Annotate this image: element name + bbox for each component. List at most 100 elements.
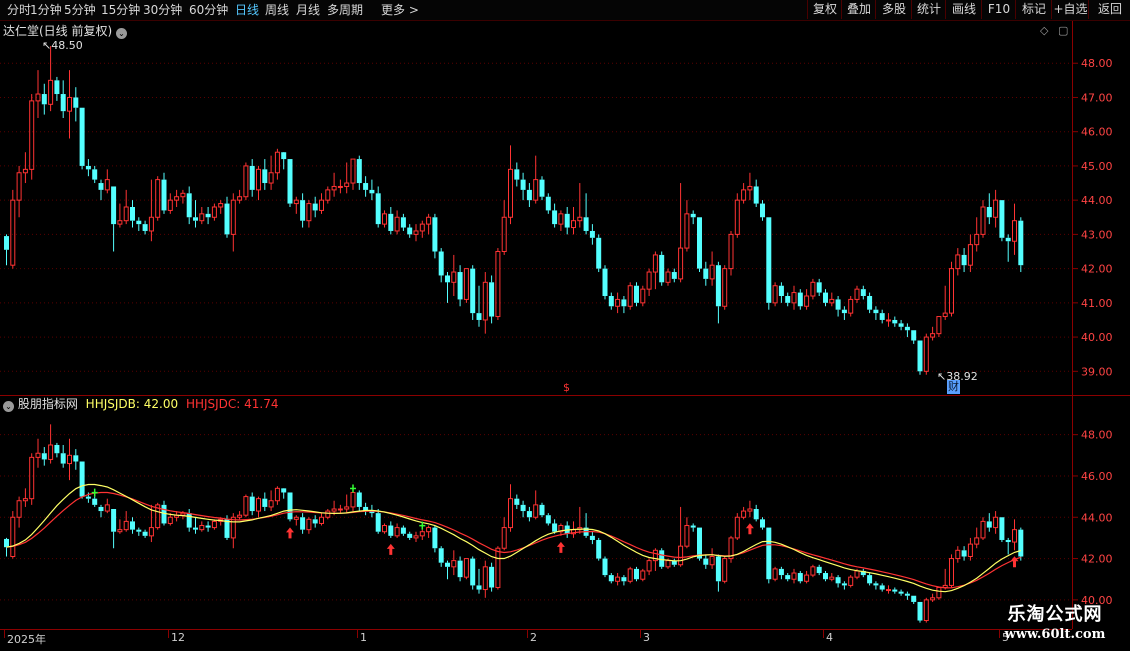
indicator-candle-body	[665, 560, 671, 568]
toolbar-button-5[interactable]: F10	[981, 0, 1016, 19]
indicator-candle	[29, 453, 35, 505]
indicator-candle	[936, 586, 942, 600]
price-candle-body	[520, 179, 526, 190]
toolbar-button-7[interactable]: +自选	[1051, 0, 1089, 19]
toolbar-button-4[interactable]: 画线	[945, 0, 982, 19]
price-candle	[867, 292, 873, 314]
period-tab-4[interactable]: 30分钟	[143, 2, 182, 18]
toolbar-button-1[interactable]: 叠加	[841, 0, 876, 19]
indicator-panel[interactable]: 48.00 46.00 44.00 42.00 40.00 ⌄ 股朋指标网 HHJSJD…	[0, 396, 1130, 629]
indicator-candle	[451, 550, 457, 576]
indicator-candle	[22, 488, 28, 507]
period-tab-0[interactable]: 分时	[7, 2, 31, 18]
price-candle-body	[898, 323, 904, 327]
price-candle-body	[224, 203, 230, 235]
price-candle	[117, 203, 123, 228]
price-candle-body	[785, 296, 791, 303]
indicator-candle-body	[602, 558, 608, 576]
indicator-chart[interactable]	[0, 396, 1072, 629]
price-candle-body	[678, 247, 684, 280]
price-candle-body	[596, 237, 602, 269]
price-candle-body	[123, 206, 129, 222]
indicator-candle	[432, 525, 438, 553]
period-tab-8[interactable]: 月线	[296, 2, 320, 18]
indicator-candle-body	[256, 498, 261, 512]
price-candle	[344, 162, 350, 194]
price-candle	[463, 268, 469, 303]
window-icon[interactable]: ▢	[1058, 24, 1068, 37]
price-candle	[419, 220, 425, 238]
indicator-candle	[785, 573, 791, 582]
indicator-candle	[73, 449, 79, 470]
price-tick-label: 48.00	[1081, 57, 1113, 70]
price-candle-body	[571, 220, 576, 229]
finance-marker[interactable]: 财	[947, 380, 960, 394]
toolbar-button-2[interactable]: 多股	[875, 0, 912, 19]
indicator-candle	[753, 504, 759, 522]
indicator-candle	[375, 509, 381, 534]
toolbar-button-0[interactable]: 复权	[807, 0, 842, 19]
chevron-down-icon[interactable]: ⌄	[116, 28, 128, 39]
price-candle-body	[646, 271, 652, 290]
price-candle	[369, 179, 375, 201]
indicator-candle	[382, 523, 387, 534]
indicator-candle-body	[495, 547, 501, 588]
date-tick	[823, 630, 824, 638]
date-label: 1	[360, 631, 367, 644]
buy-arrow-icon	[286, 527, 294, 539]
indicator-candle-body	[388, 525, 394, 536]
indicator-candle-body	[904, 593, 910, 596]
toolbar-button-8[interactable]: 返回	[1088, 0, 1130, 19]
indicator-candle	[230, 513, 236, 549]
price-candle	[325, 186, 331, 204]
period-tab-9[interactable]: 多周期	[327, 2, 363, 18]
period-tab-2[interactable]: 5分钟	[64, 2, 96, 18]
period-tab-1[interactable]: 1分钟	[30, 2, 62, 18]
diamond-icon[interactable]: ◇	[1040, 24, 1048, 37]
indicator-name[interactable]: 股朋指标网	[18, 397, 78, 411]
price-candle-body	[930, 333, 936, 338]
price-candle-body	[671, 272, 677, 279]
indicator-candle-body	[552, 523, 558, 532]
price-candle-body	[489, 282, 495, 317]
price-candle-body	[142, 224, 148, 231]
price-candle-body	[829, 298, 835, 304]
price-candle	[564, 207, 570, 235]
toolbar-button-3[interactable]: 统计	[911, 0, 946, 19]
buy-arrow-icon	[386, 543, 395, 555]
indicator-candle	[319, 513, 324, 526]
price-candle	[438, 248, 444, 283]
period-tab-6[interactable]: 日线	[235, 2, 259, 18]
indicator-candle	[760, 517, 765, 530]
indicator-candle-body	[306, 518, 312, 531]
period-tab-7[interactable]: 周线	[265, 2, 289, 18]
indicator-candle	[621, 575, 627, 586]
price-candle	[199, 207, 205, 225]
price-candle-body	[967, 244, 973, 266]
period-tab-10[interactable]: 更多 >	[381, 2, 419, 18]
indicator-candle-body	[148, 527, 154, 537]
price-candle	[917, 340, 923, 375]
price-candle	[678, 183, 684, 283]
price-candle	[457, 265, 463, 307]
toolbar-button-6[interactable]: 标记	[1015, 0, 1052, 19]
dividend-marker[interactable]: $	[563, 381, 570, 395]
indicator-candle	[671, 558, 677, 567]
indicator-candle-body	[961, 550, 967, 557]
period-tab-5[interactable]: 60分钟	[189, 2, 228, 18]
price-candle-body	[230, 199, 236, 235]
price-candle	[98, 179, 104, 201]
price-candle	[445, 272, 450, 303]
indicator-candle-body	[514, 498, 520, 505]
indicator-candle-body	[873, 583, 879, 586]
candlestick-chart[interactable]	[0, 21, 1072, 395]
price-chart-panel[interactable]: 48.00 47.00 46.00 45.00 44.00 43.00 42.00 41.00…	[0, 21, 1130, 395]
chevron-down-icon[interactable]: ⌄	[3, 401, 14, 412]
indicator-candle-body	[281, 488, 287, 493]
indicator-candle	[955, 546, 961, 563]
period-tab-3[interactable]: 15分钟	[101, 2, 140, 18]
date-axis: 2025年 12 1 2 3 4 5	[0, 629, 1072, 651]
indicator-candle-body	[816, 566, 822, 574]
indicator-candle-body	[407, 533, 413, 538]
price-candle	[388, 207, 394, 235]
